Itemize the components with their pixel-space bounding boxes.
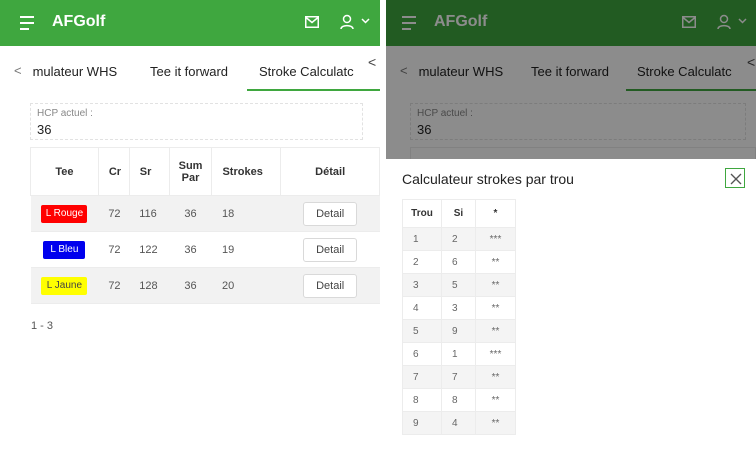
table-row: 1 2 *** bbox=[402, 227, 516, 251]
strokes-per-hole-dialog: Calculateur strokes par trou Trou Si * 1… bbox=[386, 159, 756, 452]
table-row: 8 8 ** bbox=[402, 388, 516, 412]
cell-strokes: ** bbox=[475, 296, 516, 320]
cell-si: 8 bbox=[441, 388, 476, 412]
tee-badge-jaune: L Jaune bbox=[41, 276, 88, 295]
close-button[interactable] bbox=[725, 168, 745, 188]
pagination-info: 1 - 3 bbox=[31, 320, 54, 332]
app-header: AFGolf bbox=[0, 0, 380, 46]
app-brand: AFGolf bbox=[52, 13, 106, 30]
cell-strokes: 19 bbox=[211, 231, 281, 268]
table-row: 6 1 *** bbox=[402, 342, 516, 366]
table-header-row: Trou Si * bbox=[402, 199, 516, 228]
cell-trou: 6 bbox=[402, 342, 442, 366]
cell-cr: 72 bbox=[98, 195, 130, 232]
cell-si: 5 bbox=[441, 273, 476, 297]
col-header-si: Si bbox=[441, 199, 476, 228]
tab-tee-it-forward[interactable]: Tee it forward bbox=[150, 64, 228, 79]
table-row: 7 7 ** bbox=[402, 365, 516, 389]
table-row: 3 5 ** bbox=[402, 273, 516, 297]
table-row: 5 9 ** bbox=[402, 319, 516, 343]
col-header-sum-par: Sum Par bbox=[168, 147, 213, 196]
col-header-strokes: * bbox=[475, 199, 516, 228]
cell-sr: 122 bbox=[129, 231, 170, 268]
tee-badge-rouge: L Rouge bbox=[41, 204, 88, 223]
cell-sr: 116 bbox=[129, 195, 170, 232]
cell-strokes: ** bbox=[475, 319, 516, 343]
cell-sum-par: 36 bbox=[169, 267, 212, 304]
cell-trou: 3 bbox=[402, 273, 442, 297]
table-row: L Rouge 72 116 36 18 Detail bbox=[30, 195, 380, 232]
cell-si: 1 bbox=[441, 342, 476, 366]
right-screen: AFGolf < mulateur WHS Tee it forward Str… bbox=[386, 0, 756, 452]
detail-button[interactable]: Detail bbox=[303, 237, 358, 262]
tees-table: Tee Cr Sr Sum Par Strokes Détail L Rouge… bbox=[30, 147, 380, 304]
table-row: 9 4 ** bbox=[402, 411, 516, 435]
cell-strokes: ** bbox=[475, 388, 516, 412]
menu-icon[interactable] bbox=[20, 16, 34, 30]
holes-table: Trou Si * 1 2 *** 2 6 ** 3 5 ** 4 3 ** 5 9 ** 6 1 **… bbox=[402, 199, 516, 435]
chevron-down-icon[interactable] bbox=[361, 18, 370, 24]
tab-stroke-calculator[interactable]: Stroke Calculatc bbox=[259, 64, 354, 79]
cell-sum-par: 36 bbox=[169, 231, 212, 268]
user-icon[interactable] bbox=[340, 14, 354, 30]
dialog-title: Calculateur strokes par trou bbox=[402, 171, 574, 187]
cell-trou: 1 bbox=[402, 227, 442, 251]
tab-scroll-left-icon[interactable]: < bbox=[14, 63, 22, 78]
cell-sum-par: 36 bbox=[169, 195, 212, 232]
col-header-cr: Cr bbox=[97, 147, 130, 196]
hcp-display: HCP actuel : 36 bbox=[30, 103, 363, 140]
cell-strokes: 20 bbox=[211, 267, 281, 304]
cell-trou: 2 bbox=[402, 250, 442, 274]
table-row: L Bleu 72 122 36 19 Detail bbox=[30, 231, 380, 268]
cell-si: 9 bbox=[441, 319, 476, 343]
cell-si: 3 bbox=[441, 296, 476, 320]
cell-trou: 8 bbox=[402, 388, 442, 412]
cell-strokes: 18 bbox=[211, 195, 281, 232]
cell-cr: 72 bbox=[98, 267, 130, 304]
tab-scroll-right-icon[interactable]: < bbox=[364, 54, 380, 70]
cell-si: 7 bbox=[441, 365, 476, 389]
cell-si: 6 bbox=[441, 250, 476, 274]
detail-button[interactable]: Detail bbox=[303, 273, 358, 298]
table-row: 4 3 ** bbox=[402, 296, 516, 320]
active-tab-indicator bbox=[247, 89, 380, 91]
cell-si: 4 bbox=[441, 411, 476, 435]
cell-strokes: ** bbox=[475, 365, 516, 389]
cell-trou: 4 bbox=[402, 296, 442, 320]
cell-trou: 9 bbox=[402, 411, 442, 435]
hcp-value: 36 bbox=[37, 122, 52, 137]
cell-strokes: ** bbox=[475, 411, 516, 435]
table-header-row: Tee Cr Sr Sum Par Strokes Détail bbox=[30, 147, 380, 196]
col-header-trou: Trou bbox=[402, 199, 442, 228]
table-row: L Jaune 72 128 36 20 Detail bbox=[30, 267, 380, 304]
cell-cr: 72 bbox=[98, 231, 130, 268]
cell-strokes: ** bbox=[475, 250, 516, 274]
cell-trou: 7 bbox=[402, 365, 442, 389]
tab-simulateur-whs[interactable]: mulateur WHS bbox=[30, 64, 118, 79]
cell-strokes: *** bbox=[475, 227, 516, 251]
col-header-detail: Détail bbox=[280, 147, 380, 196]
col-header-sr: Sr bbox=[128, 147, 170, 196]
cell-sr: 128 bbox=[129, 267, 170, 304]
detail-button[interactable]: Detail bbox=[303, 201, 358, 226]
table-row: 2 6 ** bbox=[402, 250, 516, 274]
cell-strokes: *** bbox=[475, 342, 516, 366]
col-header-strokes: Strokes bbox=[211, 147, 282, 196]
mail-icon[interactable] bbox=[305, 16, 319, 28]
cell-si: 2 bbox=[441, 227, 476, 251]
hcp-label: HCP actuel : bbox=[37, 108, 93, 119]
tee-badge-bleu: L Bleu bbox=[43, 240, 86, 259]
cell-strokes: ** bbox=[475, 273, 516, 297]
left-screen: AFGolf < mulateur WHS Tee it forward Str… bbox=[0, 0, 380, 452]
col-header-tee: Tee bbox=[30, 147, 99, 196]
cell-trou: 5 bbox=[402, 319, 442, 343]
close-icon bbox=[730, 173, 742, 185]
tab-bar: < mulateur WHS Tee it forward Stroke Cal… bbox=[0, 46, 380, 96]
